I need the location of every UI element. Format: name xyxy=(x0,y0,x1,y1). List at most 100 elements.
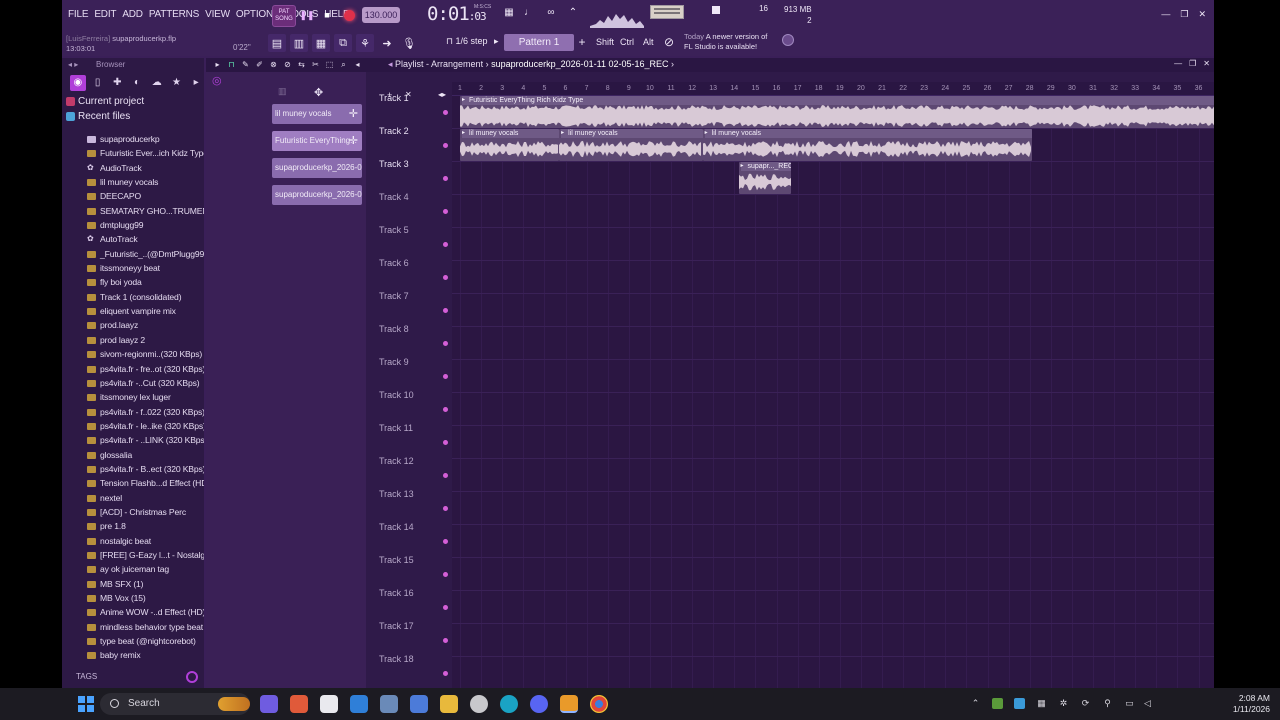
track-mute-icon[interactable] xyxy=(443,671,448,676)
track-header[interactable]: Track 4 xyxy=(376,191,448,224)
windows-start-icon[interactable] xyxy=(78,696,94,712)
metronome-icon[interactable]: ♩ xyxy=(520,7,538,23)
current-project-folder[interactable]: Current project xyxy=(62,94,204,109)
track-header[interactable]: Track 15 xyxy=(376,554,448,587)
add-track-icon[interactable]: ✥ xyxy=(314,86,323,99)
pause-button[interactable]: ❚❚ xyxy=(298,6,316,24)
track-mute-icon[interactable] xyxy=(443,242,448,247)
plugin-icon[interactable]: ✚ xyxy=(109,75,125,91)
tray-keyboard-icon[interactable]: ▦ xyxy=(1036,698,1047,709)
menu-add[interactable]: ADD xyxy=(122,9,143,20)
file-explorer-icon[interactable] xyxy=(440,695,458,713)
browser-item[interactable]: [FREE] G-Eazy l...t - Nostalgic xyxy=(62,548,204,562)
arrangement-timeline[interactable]: + 12345678910111213141516171819202122232… xyxy=(452,82,1214,688)
smart-disable-icon[interactable]: ⊘ xyxy=(662,35,676,50)
track-mute-icon[interactable] xyxy=(443,605,448,610)
chrome-icon[interactable] xyxy=(590,695,608,713)
browser-item[interactable]: eliquent vampire mix xyxy=(62,304,204,318)
menu-view[interactable]: VIEW xyxy=(205,9,230,20)
track-mute-icon[interactable] xyxy=(443,638,448,643)
cloud-icon[interactable]: ☁ xyxy=(149,75,165,91)
timeline-ruler[interactable]: + 12345678910111213141516171819202122232… xyxy=(452,82,1214,96)
track-header[interactable]: Track 3 xyxy=(376,158,448,191)
playback-tool-icon[interactable]: ◂ xyxy=(352,59,363,71)
channel-rack-icon[interactable]: ▦ xyxy=(312,34,330,52)
browser-item[interactable]: itssmoneyy beat xyxy=(62,261,204,275)
plugin-picker-icon[interactable]: ⚘ xyxy=(356,34,374,52)
browser-item[interactable]: mindless behavior type beat xyxy=(62,620,204,634)
menu-patterns[interactable]: PATTERNS xyxy=(149,9,199,20)
browser-item[interactable]: ps4vita.fr - le..ike (320 KBps) xyxy=(62,419,204,433)
piano-roll-icon[interactable]: ▥ xyxy=(290,34,308,52)
sample-icon[interactable]: ◐ xyxy=(129,75,145,91)
playlist-maximize-icon[interactable]: ❐ xyxy=(1189,59,1196,68)
browser-item[interactable]: prod laayz 2 xyxy=(62,333,204,347)
slip-tool-icon[interactable]: ⇆ xyxy=(296,59,307,71)
mixer-icon[interactable]: ⧉ xyxy=(334,34,352,52)
browser-item[interactable]: Tension Flashb...d Effect (HD) xyxy=(62,476,204,490)
news-panel[interactable]: Today A newer version of FL Studio is av… xyxy=(684,32,776,51)
track-header[interactable]: Track 13 xyxy=(376,488,448,521)
fl-studio-icon[interactable] xyxy=(560,695,578,713)
shift-key[interactable]: Shift xyxy=(594,35,616,50)
browser-item[interactable]: Track 1 (consolidated) xyxy=(62,290,204,304)
browser-item[interactable]: Anime WOW -..d Effect (HD) xyxy=(62,605,204,619)
browser-item[interactable]: MB SFX (1) xyxy=(62,577,204,591)
browser-item[interactable]: pre 1.8 xyxy=(62,519,204,533)
network-icon[interactable]: ▭ xyxy=(1124,698,1135,709)
arrangement-grid[interactable]: Futuristic EveryThing Rich Kidz Type lil … xyxy=(452,96,1214,688)
teams-icon[interactable] xyxy=(260,695,278,713)
tray-settings-icon[interactable]: ✲ xyxy=(1058,698,1069,709)
track-header[interactable]: Track 16 xyxy=(376,587,448,620)
browser-item[interactable]: nostalgic beat xyxy=(62,534,204,548)
camera-icon[interactable] xyxy=(410,695,428,713)
menu-file[interactable]: FILE xyxy=(68,9,89,20)
playlist-minimize-icon[interactable]: — xyxy=(1174,59,1182,68)
track-header[interactable]: Track 6 xyxy=(376,257,448,290)
typing-keyboard-icon[interactable]: ▦ xyxy=(500,7,518,23)
all-files-icon[interactable]: ◉ xyxy=(70,75,86,91)
track-mute-icon[interactable] xyxy=(443,110,448,115)
picker-grid-icon[interactable]: ▥ xyxy=(278,86,287,97)
pat-song-toggle[interactable]: PAT SONG xyxy=(272,5,296,27)
clip-add-icon[interactable]: ✛ xyxy=(349,131,358,151)
expand-icon[interactable]: ▸ xyxy=(188,75,204,91)
tray-overflow-icon[interactable]: ⌃ xyxy=(970,698,981,709)
browser-item[interactable]: MB Vox (15) xyxy=(62,591,204,605)
track-header[interactable]: Track 8 xyxy=(376,323,448,356)
browser-item[interactable]: fly boi yoda xyxy=(62,275,204,289)
track-header[interactable]: Track 11 xyxy=(376,422,448,455)
restore-icon[interactable]: ❐ xyxy=(1180,9,1188,20)
snap-magnet-icon[interactable]: ⊓ xyxy=(226,59,237,71)
select-tool-icon[interactable]: ⬚ xyxy=(324,59,335,71)
track-header[interactable]: Track 10 xyxy=(376,389,448,422)
remove-track-icon[interactable]: ✕ xyxy=(405,90,412,99)
browser-item[interactable]: ps4vita.fr - ..LINK (320 KBps) xyxy=(62,433,204,447)
browser-item[interactable]: glossalia xyxy=(62,448,204,462)
firefox-icon[interactable] xyxy=(290,695,308,713)
ruler-nav-icon[interactable]: ◂▸ xyxy=(438,90,446,99)
clip-picker-item[interactable]: supaproducerkp_2026-0... xyxy=(272,158,362,178)
panic-icon[interactable] xyxy=(712,6,720,14)
track-header[interactable]: Track 9 xyxy=(376,356,448,389)
browser-item[interactable]: prod.laayz xyxy=(62,318,204,332)
track-header[interactable]: Track 14 xyxy=(376,521,448,554)
discord-icon[interactable] xyxy=(530,695,548,713)
store-icon[interactable] xyxy=(320,695,338,713)
app-icon[interactable] xyxy=(470,695,488,713)
ctrl-key[interactable]: Ctrl xyxy=(618,35,636,50)
browser-item[interactable]: ps4vita.fr -..Cut (320 KBps) xyxy=(62,376,204,390)
browser-item[interactable]: [ACD] - Christmas Perc xyxy=(62,505,204,519)
slice-tool-icon[interactable]: ✂ xyxy=(310,59,321,71)
browser-item[interactable]: lil muney vocals xyxy=(62,175,204,189)
add-pattern-button[interactable]: + xyxy=(576,35,588,50)
track-mute-icon[interactable] xyxy=(443,176,448,181)
audio-clip[interactable]: Futuristic EveryThing Rich Kidz Type xyxy=(460,96,1214,128)
track-mute-icon[interactable] xyxy=(443,308,448,313)
blend-notes-icon[interactable]: ⌃ xyxy=(564,7,582,23)
close-icon[interactable]: ✕ xyxy=(1198,9,1206,20)
record-button[interactable] xyxy=(340,6,358,24)
tray-sync-icon[interactable]: ⟳ xyxy=(1080,698,1091,709)
tray-location-icon[interactable]: ⚲ xyxy=(1102,698,1113,709)
track-header[interactable]: Track 12 xyxy=(376,455,448,488)
